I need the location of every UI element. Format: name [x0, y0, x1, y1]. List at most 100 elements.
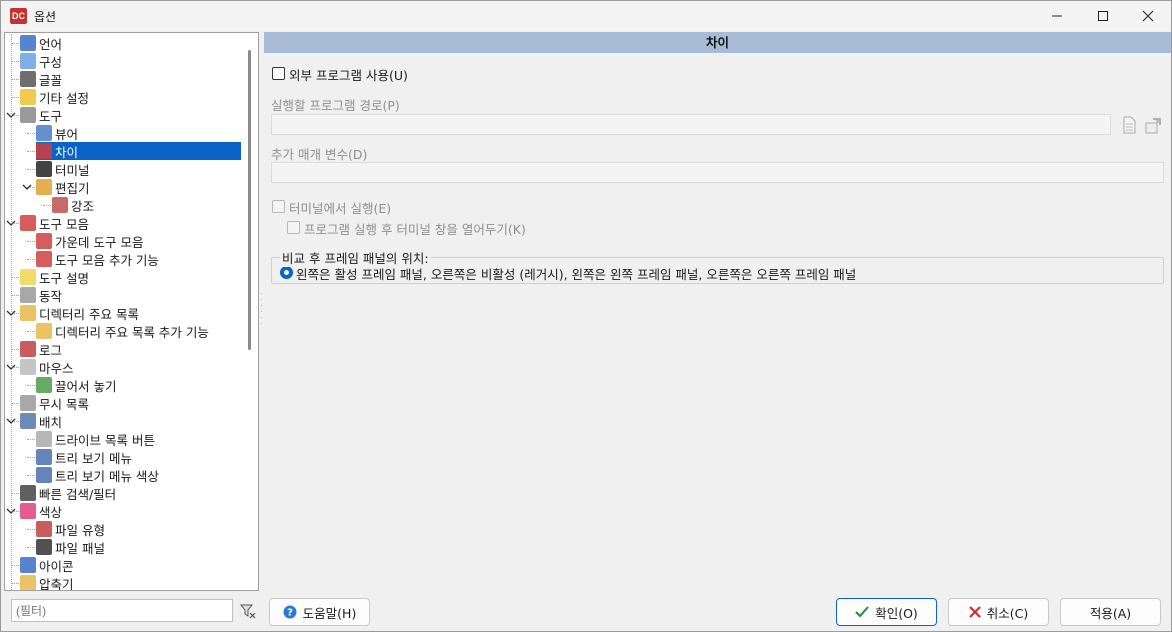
tree-item-label: 동작	[39, 288, 63, 304]
tree-connector	[27, 385, 35, 386]
tree-item-8[interactable]: 터미널	[36, 160, 241, 178]
filter-clear-button[interactable]	[239, 602, 257, 620]
tree-item-2[interactable]: 구성	[20, 52, 241, 70]
browse-file-button[interactable]	[1119, 115, 1139, 135]
tree-item-label: 색상	[39, 504, 63, 520]
minimize-button[interactable]	[1034, 1, 1080, 31]
tree-item-16[interactable]: 디렉터리 주요 목록	[20, 304, 241, 322]
tree-item-9[interactable]: 편집기	[36, 178, 241, 196]
params-input[interactable]	[271, 162, 1164, 183]
maximize-icon	[1098, 11, 1108, 21]
highlight-icon	[52, 197, 68, 213]
tree-connector	[43, 205, 51, 206]
tree-item-17[interactable]: 디렉터리 주요 목록 추가 기능	[36, 322, 241, 340]
tree-connector	[27, 529, 35, 530]
tree-item-18[interactable]: 로그	[20, 340, 241, 358]
position-radio[interactable]	[280, 266, 293, 279]
toolbar-icon	[36, 251, 52, 267]
mouse-icon	[20, 359, 36, 375]
tree-item-15[interactable]: 동작	[20, 286, 241, 304]
tree-item-14[interactable]: 도구 설명	[20, 268, 241, 286]
use-external-label: 외부 프로그램 사용(U)	[289, 68, 408, 83]
tree-item-label: 기타 설정	[39, 90, 89, 106]
title-bar: DC 옵션	[1, 1, 1171, 31]
tree-item-label: 파일 유형	[55, 522, 105, 538]
keep-terminal-checkbox[interactable]	[287, 221, 300, 234]
use-external-checkbox[interactable]	[272, 67, 285, 80]
tree-item-26[interactable]: 빠른 검색/필터	[20, 484, 241, 502]
tree-item-5[interactable]: 도구	[20, 106, 241, 124]
config-icon	[20, 53, 36, 69]
path-input[interactable]	[271, 114, 1111, 135]
close-button[interactable]	[1125, 1, 1171, 31]
cancel-button-label: 취소(C)	[986, 605, 1029, 621]
tree-connector	[27, 439, 35, 440]
help-button[interactable]: ? 도움말(H)	[269, 598, 370, 626]
filter-input[interactable]	[11, 599, 233, 622]
tree-item-19[interactable]: 마우스	[20, 358, 241, 376]
chevron-down-icon[interactable]	[22, 182, 32, 192]
tree-item-label: 글꼴	[39, 72, 63, 88]
tree-menu-icon	[36, 467, 52, 483]
keep-terminal-label: 프로그램 실행 후 터미널 창을 열어두기(K)	[304, 222, 526, 237]
tree-item-13[interactable]: 도구 모음 추가 기능	[36, 250, 241, 268]
tree-item-10[interactable]: 강조	[52, 196, 241, 214]
tree-connector	[27, 457, 35, 458]
tree-connector	[27, 547, 35, 548]
tree-item-30[interactable]: 아이콘	[20, 556, 241, 574]
splitter-handle[interactable]	[260, 291, 263, 331]
editor-icon	[36, 179, 52, 195]
tree-item-label: 가운데 도구 모음	[55, 234, 144, 250]
help-button-label: 도움말(H)	[302, 605, 357, 621]
options-tree[interactable]: 언어 구성글꼴기타 설정 도구 뷰어 차이 터미널 편집기 강조도구 모음가운데 도구 모음도…	[4, 32, 259, 591]
toolbar-icon	[36, 233, 52, 249]
tree-connector	[27, 241, 35, 242]
tree-connector	[11, 349, 19, 350]
tree-item-21[interactable]: 무시 목록	[20, 394, 241, 412]
tree-item-22[interactable]: 배치	[20, 412, 241, 430]
color-wheel-icon	[20, 503, 36, 519]
tree-item-label: 도구 모음	[39, 216, 89, 232]
ok-button[interactable]: 확인(O)	[836, 598, 937, 626]
tree-item-1[interactable]: 언어	[20, 34, 241, 52]
tree-item-11[interactable]: 도구 모음	[20, 214, 241, 232]
run-in-terminal-label: 터미널에서 실행(E)	[289, 201, 392, 216]
tree-connector	[11, 79, 19, 80]
tree-item-25[interactable]: 트리 보기 메뉴 색상	[36, 466, 241, 484]
tree-item-7[interactable]: 차이	[36, 142, 241, 160]
tree-item-23[interactable]: 드라이브 목록 버튼	[36, 430, 241, 448]
tree-item-31[interactable]: 압축기	[20, 574, 241, 590]
tree-item-24[interactable]: 트리 보기 메뉴	[36, 448, 241, 466]
funnel-clear-icon	[239, 604, 256, 619]
tree-scrollbar-thumb[interactable]	[248, 50, 251, 350]
tree-item-label: 도구 모음 추가 기능	[55, 252, 159, 268]
drive-icon	[36, 431, 52, 447]
ignore-list-icon	[20, 395, 36, 411]
run-in-terminal-checkbox[interactable]	[272, 200, 285, 213]
tree-item-20[interactable]: 끌어서 놓기	[36, 376, 241, 394]
footprints-icon	[20, 557, 36, 573]
close-icon	[1142, 10, 1154, 22]
tree-item-label: 무시 목록	[39, 396, 89, 412]
tree-item-label: 아이콘	[39, 558, 74, 574]
tree-item-label: 마우스	[39, 360, 74, 376]
tree-connector	[27, 169, 35, 170]
insert-variable-button[interactable]	[1143, 115, 1163, 135]
layout-icon	[20, 413, 36, 429]
tree-item-27[interactable]: 색상	[20, 502, 241, 520]
toolbar-icon	[20, 215, 36, 231]
tree-connector	[11, 277, 19, 278]
tree-item-4[interactable]: 기타 설정	[20, 88, 241, 106]
app-icon: DC	[10, 8, 27, 24]
tree-item-3[interactable]: 글꼴	[20, 70, 241, 88]
folder-icon	[20, 305, 36, 321]
tree-item-29[interactable]: 파일 패널	[36, 538, 241, 556]
cancel-button[interactable]: 취소(C)	[948, 598, 1049, 626]
tree-item-6[interactable]: 뷰어	[36, 124, 241, 142]
maximize-button[interactable]	[1080, 1, 1126, 31]
tree-item-28[interactable]: 파일 유형	[36, 520, 241, 538]
tree-item-label: 언어	[39, 36, 63, 52]
apply-button[interactable]: 적용(A)	[1060, 598, 1161, 626]
tree-item-12[interactable]: 가운데 도구 모음	[36, 232, 241, 250]
tree-scrollbar[interactable]	[244, 33, 258, 590]
